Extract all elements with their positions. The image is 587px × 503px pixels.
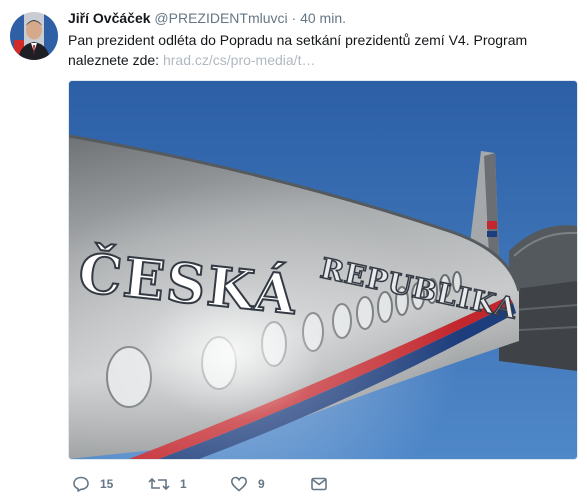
airplane-photo: ČESKÁ REPUBLIKA bbox=[69, 81, 577, 459]
direct-message-button[interactable] bbox=[310, 472, 328, 496]
tweet-link[interactable]: hrad.cz/cs/pro-media/t… bbox=[163, 52, 316, 68]
tweet-header: Jiří Ovčáček @PREZIDENTmluvci · 40 min. bbox=[68, 8, 578, 28]
tweet-text: Pan prezident odléta do Popradu na setká… bbox=[68, 30, 578, 70]
tweet-actions: 15 1 9 bbox=[72, 472, 372, 496]
like-count: 9 bbox=[258, 477, 265, 491]
avatar-photo bbox=[10, 12, 58, 60]
retweet-button[interactable]: 1 bbox=[148, 472, 187, 496]
direct-message-icon bbox=[311, 477, 327, 491]
tweet-content: Jiří Ovčáček @PREZIDENTmluvci · 40 min. … bbox=[68, 8, 578, 70]
retweet-icon bbox=[148, 477, 170, 491]
author-name[interactable]: Jiří Ovčáček bbox=[68, 10, 151, 26]
reply-button[interactable]: 15 bbox=[72, 472, 113, 496]
reply-count: 15 bbox=[100, 477, 114, 491]
timestamp[interactable]: 40 min. bbox=[300, 10, 346, 26]
retweet-count: 1 bbox=[180, 477, 187, 491]
author-handle[interactable]: @PREZIDENTmluvci bbox=[154, 10, 287, 26]
reply-icon bbox=[73, 476, 89, 492]
like-icon bbox=[230, 476, 248, 492]
like-button[interactable]: 9 bbox=[230, 472, 265, 496]
tweet-image[interactable]: ČESKÁ REPUBLIKA bbox=[68, 80, 578, 460]
tweet: Jiří Ovčáček @PREZIDENTmluvci · 40 min. … bbox=[0, 0, 587, 503]
avatar[interactable] bbox=[10, 12, 58, 60]
separator: · bbox=[291, 10, 297, 26]
